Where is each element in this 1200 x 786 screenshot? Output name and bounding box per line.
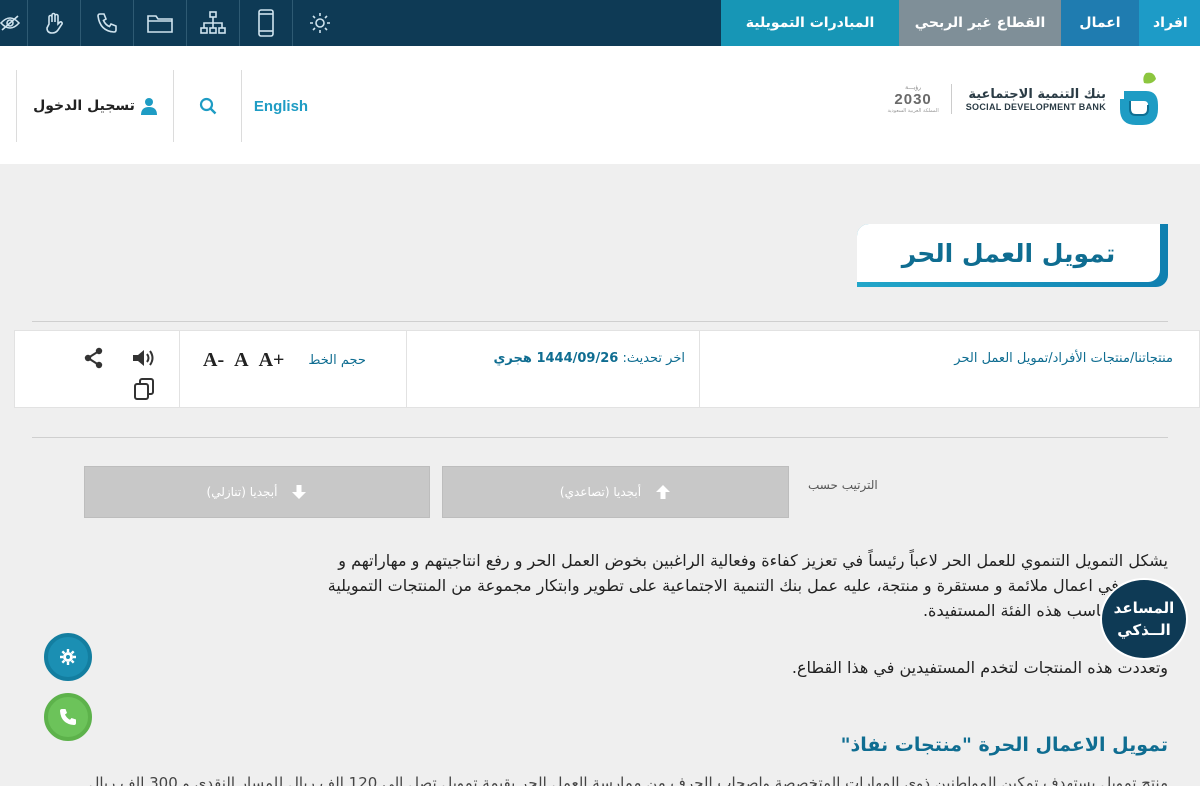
settings-icon[interactable] <box>293 0 346 46</box>
tab-financing-initiatives[interactable]: المبادرات التمويلية <box>721 0 899 46</box>
cell-divider <box>699 331 700 407</box>
assistant-label-1: المساعد <box>1113 599 1175 617</box>
page-tools <box>81 343 171 403</box>
tab-nonprofit[interactable]: القطاع غير الربحي <box>899 0 1061 46</box>
section-text: منتج تمويل يستهدف تمكين المواطنين ذوي ال… <box>88 774 1168 786</box>
login-button[interactable]: تسجيل الدخول <box>16 70 174 142</box>
phone-icon[interactable] <box>81 0 134 46</box>
call-float-button[interactable] <box>44 693 92 741</box>
breadcrumb[interactable]: منتجاتنا/منتجات الأفراد/تمويل العمل الحر <box>954 351 1173 366</box>
site-header: تسجيل الدخول English رؤيـــة 2030 المملك… <box>0 46 1200 164</box>
vision-2030-logo: رؤيـــة 2030 المملكة العربية السعودية <box>887 84 952 114</box>
arrow-up-icon <box>656 485 671 499</box>
page-info-strip: منتجاتنا/منتجات الأفراد/تمويل العمل الحر… <box>14 330 1200 408</box>
cell-divider <box>179 331 180 407</box>
font-increase-button[interactable]: A+ <box>259 349 285 372</box>
hidden-eye-icon[interactable] <box>0 0 28 46</box>
user-icon <box>140 98 157 115</box>
assistant-label-2: الــذكي <box>1117 621 1171 639</box>
intro-line-1: يشكل التمويل التنموي للعمل الحر لاعباً ر… <box>338 551 1168 570</box>
bank-logo-icon <box>1120 72 1158 125</box>
arrow-down-icon <box>292 485 307 499</box>
last-updated-label: اخر تحديث: <box>622 351 685 366</box>
page-title: تمويل العمل الحر <box>857 224 1160 282</box>
tab-individuals[interactable]: افراد <box>1139 0 1200 46</box>
copy-icon[interactable] <box>133 377 157 401</box>
section-heading: تمويل الاعمال الحرة "منتجات نفاذ" <box>840 734 1168 756</box>
sort-descending-label: أبجديا (تنازلي) <box>206 485 278 499</box>
bank-logo[interactable]: رؤيـــة 2030 المملكة العربية السعودية بن… <box>887 66 1162 132</box>
sort-descending-button[interactable]: أبجديا (تنازلي) <box>84 466 430 518</box>
sitemap-icon[interactable] <box>187 0 240 46</box>
font-size-controls: A- A A+ حجم الخط <box>203 349 366 372</box>
smart-assistant-button[interactable]: المساعد الــذكي <box>1100 578 1188 660</box>
intro-line-3: تناسب هذه الفئة المستفيدة. <box>922 601 1110 620</box>
audience-tabs: افراد اعمال القطاع غير الربحي المبادرات … <box>721 0 1200 46</box>
gear-icon <box>60 649 76 665</box>
login-label: تسجيل الدخول <box>33 98 135 114</box>
settings-float-button[interactable] <box>44 633 92 681</box>
share-icon[interactable] <box>83 347 105 369</box>
logo-text: بنك التنمية الاجتماعية SOCIAL DEVELOPMEN… <box>965 86 1106 112</box>
phone-icon <box>60 709 76 725</box>
divider <box>32 437 1168 438</box>
folder-icon[interactable] <box>134 0 187 46</box>
font-size-label: حجم الخط <box>308 353 366 368</box>
sort-ascending-button[interactable]: أبجديا (تصاعدي) <box>442 466 789 518</box>
mobile-icon[interactable] <box>240 0 293 46</box>
hand-sign-icon[interactable] <box>28 0 81 46</box>
font-normal-button[interactable]: A <box>234 349 248 372</box>
page-title-banner: تمويل العمل الحر <box>857 224 1168 287</box>
accessibility-toolbar <box>0 0 346 46</box>
speaker-icon[interactable] <box>131 347 157 369</box>
language-switch[interactable]: English <box>243 70 319 142</box>
search-button[interactable] <box>175 70 242 142</box>
tab-business[interactable]: اعمال <box>1061 0 1139 46</box>
last-updated-value: 1444/09/26 هجري <box>493 351 619 366</box>
products-paragraph: وتعددت هذه المنتجات لتخدم المستفيدين في … <box>791 658 1168 677</box>
search-icon <box>199 97 217 115</box>
intro-line-2: دمجهم في اعمال ملائمة و مستقرة و منتجة، … <box>327 576 1168 595</box>
sort-ascending-label: أبجديا (تصاعدي) <box>559 485 642 499</box>
sort-label: الترتيب حسب <box>808 478 878 492</box>
font-decrease-button[interactable]: A- <box>203 349 224 372</box>
divider <box>32 321 1168 322</box>
intro-paragraph: يشكل التمويل التنموي للعمل الحر لاعباً ر… <box>28 548 1168 623</box>
last-updated: اخر تحديث: 1444/09/26 هجري <box>494 351 685 366</box>
cell-divider <box>406 331 407 407</box>
top-navigation-bar: افراد اعمال القطاع غير الربحي المبادرات … <box>0 0 1200 46</box>
